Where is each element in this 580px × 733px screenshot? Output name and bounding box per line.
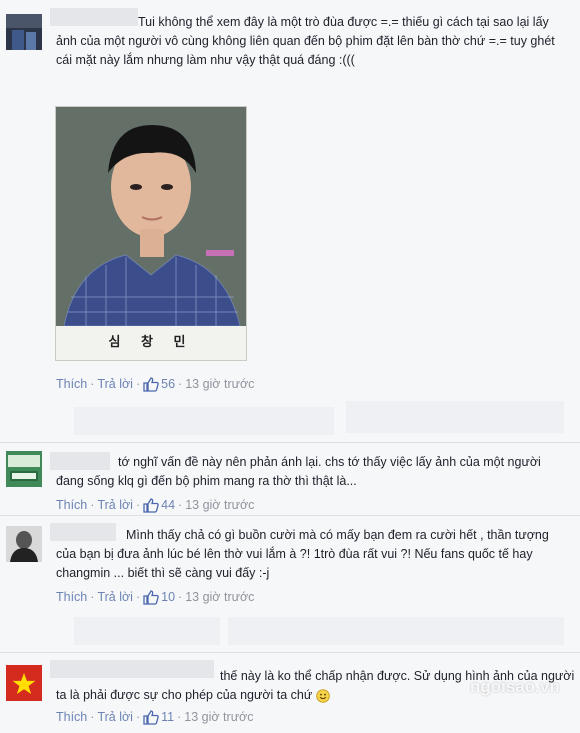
comment-actions: Thích · Trả lời · 44 · 13 giờ trước bbox=[56, 496, 255, 514]
comment-text: Mình thấy chả có gì buồn cười mà có mấy … bbox=[56, 528, 549, 580]
reply-input-redacted[interactable] bbox=[346, 401, 564, 433]
like-count[interactable]: 44 bbox=[161, 496, 175, 514]
thumbs-up-icon[interactable] bbox=[143, 708, 161, 726]
thumbs-up-icon[interactable] bbox=[143, 588, 161, 606]
comment-timestamp[interactable]: 13 giờ trước bbox=[184, 708, 253, 726]
like-link[interactable]: Thích bbox=[56, 708, 87, 726]
like-count[interactable]: 11 bbox=[161, 708, 174, 726]
commenter-avatar[interactable] bbox=[6, 451, 42, 487]
comment-timestamp[interactable]: 13 giờ trước bbox=[185, 375, 254, 393]
site-watermark: ngoisao.vn bbox=[470, 677, 560, 696]
reply-link[interactable]: Trả lời bbox=[97, 375, 133, 393]
reply-input-redacted[interactable] bbox=[228, 617, 564, 645]
photo-caption: 심 창 민 bbox=[56, 326, 246, 360]
commenter-avatar[interactable] bbox=[6, 526, 42, 562]
comment-timestamp[interactable]: 13 giờ trước bbox=[185, 496, 254, 514]
comment-actions: Thích · Trả lời · 11 · 13 giờ trước bbox=[56, 708, 254, 726]
comment-text: Tui không thể xem đây là một trò đùa đượ… bbox=[56, 15, 555, 67]
thumbs-up-icon[interactable] bbox=[143, 496, 161, 514]
smile-emoji-icon bbox=[315, 688, 330, 703]
reply-input-redacted[interactable] bbox=[74, 407, 334, 435]
reply-link[interactable]: Trả lời bbox=[97, 708, 133, 726]
like-link[interactable]: Thích bbox=[56, 375, 87, 393]
like-link[interactable]: Thích bbox=[56, 496, 87, 514]
reply-input-redacted[interactable] bbox=[74, 617, 220, 645]
vietnam-flag-icon bbox=[6, 665, 42, 701]
comment-timestamp[interactable]: 13 giờ trước bbox=[185, 588, 254, 606]
comment-actions: Thích · Trả lời · 10 · 13 giờ trước bbox=[56, 588, 255, 606]
like-link[interactable]: Thích bbox=[56, 588, 87, 606]
reply-link[interactable]: Trả lời bbox=[97, 588, 133, 606]
commenter-avatar[interactable] bbox=[6, 665, 42, 701]
comment-divider bbox=[0, 515, 580, 516]
comment-actions: Thích · Trả lời · 56 · 13 giờ trước bbox=[56, 375, 255, 393]
like-count[interactable]: 10 bbox=[161, 588, 175, 606]
like-count[interactable]: 56 bbox=[161, 375, 175, 393]
attached-photo[interactable]: 심 창 민 bbox=[55, 106, 247, 361]
comment-divider bbox=[0, 652, 580, 653]
comment-text: tớ nghĩ vấn đề này nên phản ánh lại. chs… bbox=[56, 455, 541, 488]
comment-divider bbox=[0, 442, 580, 443]
commenter-avatar[interactable] bbox=[6, 14, 42, 50]
thumbs-up-icon[interactable] bbox=[143, 375, 161, 393]
reply-link[interactable]: Trả lời bbox=[97, 496, 133, 514]
